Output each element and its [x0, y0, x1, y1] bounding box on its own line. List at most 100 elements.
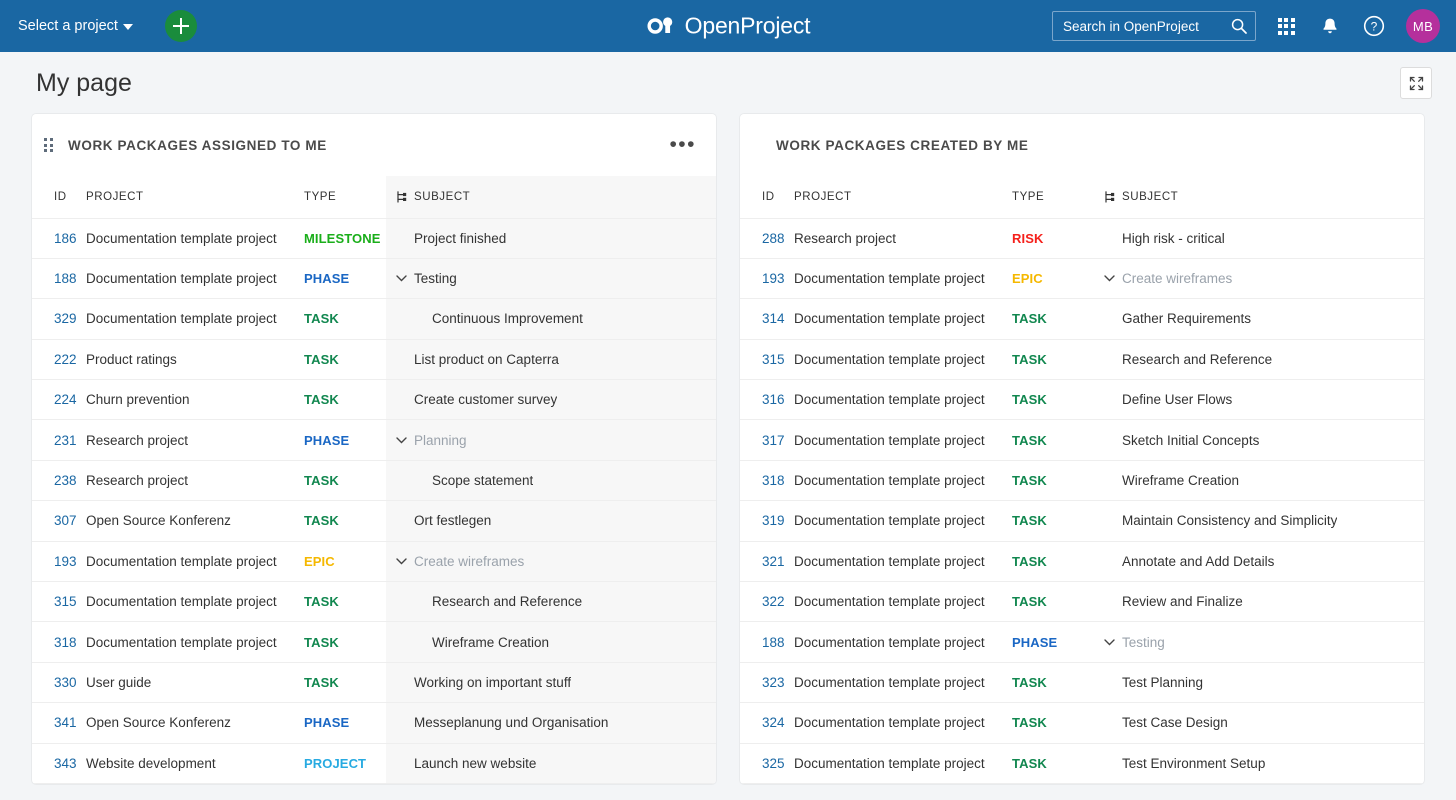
work-package-id-link[interactable]: 324 — [762, 715, 785, 730]
table-row[interactable]: 317 Documentation template project TASK Ske… — [740, 419, 1424, 461]
help-button[interactable]: ? — [1360, 12, 1388, 40]
type-badge[interactable]: TASK — [1012, 756, 1047, 771]
table-row[interactable]: 319 Documentation template project TASK Mai… — [740, 500, 1424, 542]
table-row[interactable]: 318 Documentation template project TASK Wir… — [32, 621, 716, 663]
table-row[interactable]: 231 Research project PHASE Planning — [32, 419, 716, 461]
work-package-id-link[interactable]: 188 — [54, 271, 77, 286]
table-row[interactable]: 307 Open Source Konferenz TASK Ort festlege… — [32, 500, 716, 542]
work-package-id-link[interactable]: 325 — [762, 756, 785, 771]
work-package-id-link[interactable]: 341 — [54, 715, 77, 730]
search-icon[interactable] — [1231, 18, 1247, 34]
search-input[interactable] — [1063, 18, 1231, 34]
column-header-project[interactable]: PROJECT — [86, 176, 304, 219]
type-badge[interactable]: PHASE — [304, 271, 349, 286]
project-select-button[interactable]: Select a project — [16, 14, 135, 38]
openproject-logo-link[interactable]: OpenProject — [646, 13, 811, 40]
work-package-id-link[interactable]: 317 — [762, 433, 785, 448]
table-row[interactable]: 343 Website development PROJECT Launch new … — [32, 743, 716, 784]
work-package-id-link[interactable]: 186 — [54, 231, 77, 246]
table-row[interactable]: 322 Documentation template project TASK Rev… — [740, 581, 1424, 623]
table-row[interactable]: 224 Churn prevention TASK Create customer s… — [32, 379, 716, 421]
widget-menu-button[interactable]: ••• — [667, 134, 698, 155]
type-badge[interactable]: TASK — [1012, 473, 1047, 488]
work-package-id-link[interactable]: 188 — [762, 635, 785, 650]
type-badge[interactable]: TASK — [1012, 513, 1047, 528]
type-badge[interactable]: PHASE — [1012, 635, 1057, 650]
type-badge[interactable]: TASK — [1012, 594, 1047, 609]
type-badge[interactable]: RISK — [1012, 231, 1043, 246]
type-badge[interactable]: TASK — [1012, 392, 1047, 407]
type-badge[interactable]: TASK — [1012, 675, 1047, 690]
table-row[interactable]: 238 Research project TASK Scope statement — [32, 460, 716, 502]
type-badge[interactable]: TASK — [304, 513, 339, 528]
work-package-id-link[interactable]: 319 — [762, 513, 785, 528]
work-package-id-link[interactable]: 321 — [762, 554, 785, 569]
type-badge[interactable]: PHASE — [304, 715, 349, 730]
work-package-id-link[interactable]: 322 — [762, 594, 785, 609]
collapse-chevron-icon[interactable] — [1104, 275, 1122, 282]
table-row[interactable]: 324 Documentation template project TASK Tes… — [740, 702, 1424, 744]
type-badge[interactable]: PROJECT — [304, 756, 366, 771]
table-row[interactable]: 193 Documentation template project EPIC Cre… — [32, 541, 716, 583]
collapse-chevron-icon[interactable] — [396, 436, 414, 444]
work-package-id-link[interactable]: 315 — [54, 594, 77, 609]
table-row[interactable]: 341 Open Source Konferenz PHASE Messeplanun… — [32, 702, 716, 744]
type-badge[interactable]: TASK — [1012, 352, 1047, 367]
notifications-button[interactable] — [1316, 12, 1344, 40]
work-package-id-link[interactable]: 288 — [762, 231, 785, 246]
table-row[interactable]: 188 Documentation template project PHASE Te… — [32, 258, 716, 300]
type-badge[interactable]: TASK — [304, 473, 339, 488]
column-header-id[interactable]: ID — [32, 176, 86, 219]
table-row[interactable]: 315 Documentation template project TASK Res… — [740, 339, 1424, 381]
type-badge[interactable]: TASK — [304, 311, 339, 326]
table-row[interactable]: 193 Documentation template project EPIC Cre… — [740, 258, 1424, 300]
work-package-id-link[interactable]: 329 — [54, 311, 77, 326]
type-badge[interactable]: TASK — [304, 675, 339, 690]
work-package-id-link[interactable]: 224 — [54, 392, 77, 407]
work-package-id-link[interactable]: 314 — [762, 311, 785, 326]
type-badge[interactable]: TASK — [304, 594, 339, 609]
drag-handle-icon[interactable] — [44, 138, 62, 152]
type-badge[interactable]: PHASE — [304, 433, 349, 448]
table-row[interactable]: 318 Documentation template project TASK Wir… — [740, 460, 1424, 502]
table-row[interactable]: 316 Documentation template project TASK Def… — [740, 379, 1424, 421]
column-header-subject[interactable]: SUBJECT — [1094, 176, 1424, 219]
table-row[interactable]: 329 Documentation template project TASK Con… — [32, 298, 716, 340]
type-badge[interactable]: TASK — [1012, 715, 1047, 730]
global-search-box[interactable] — [1052, 11, 1256, 41]
fullscreen-button[interactable] — [1400, 67, 1432, 99]
modules-grid-button[interactable] — [1272, 12, 1300, 40]
user-avatar[interactable]: MB — [1406, 9, 1440, 43]
table-row[interactable]: 288 Research project RISK High risk - criti… — [740, 218, 1424, 259]
collapse-chevron-icon[interactable] — [396, 275, 414, 282]
work-package-id-link[interactable]: 231 — [54, 433, 77, 448]
column-header-id[interactable]: ID — [740, 176, 794, 219]
table-row[interactable]: 315 Documentation template project TASK Res… — [32, 581, 716, 623]
work-package-id-link[interactable]: 323 — [762, 675, 785, 690]
type-badge[interactable]: MILESTONE — [304, 231, 381, 246]
type-badge[interactable]: TASK — [304, 635, 339, 650]
column-header-project[interactable]: PROJECT — [794, 176, 1012, 219]
work-package-id-link[interactable]: 238 — [54, 473, 77, 488]
column-header-type[interactable]: TYPE — [304, 176, 386, 219]
column-header-type[interactable]: TYPE — [1012, 176, 1094, 219]
table-row[interactable]: 325 Documentation template project TASK Tes… — [740, 743, 1424, 784]
type-badge[interactable]: EPIC — [1012, 271, 1043, 286]
work-package-id-link[interactable]: 343 — [54, 756, 77, 771]
work-package-id-link[interactable]: 316 — [762, 392, 785, 407]
table-row[interactable]: 330 User guide TASK Working on important st… — [32, 662, 716, 704]
type-badge[interactable]: EPIC — [304, 554, 335, 569]
type-badge[interactable]: TASK — [304, 352, 339, 367]
collapse-chevron-icon[interactable] — [1104, 638, 1122, 646]
table-row[interactable]: 321 Documentation template project TASK Ann… — [740, 541, 1424, 583]
work-package-id-link[interactable]: 330 — [54, 675, 77, 690]
work-package-id-link[interactable]: 318 — [54, 635, 77, 650]
table-row[interactable]: 314 Documentation template project TASK Gat… — [740, 298, 1424, 340]
add-button[interactable] — [164, 10, 197, 42]
table-row[interactable]: 186 Documentation template project MILESTO… — [32, 218, 716, 259]
work-package-id-link[interactable]: 307 — [54, 513, 77, 528]
work-package-id-link[interactable]: 318 — [762, 473, 785, 488]
type-badge[interactable]: TASK — [1012, 433, 1047, 448]
column-header-subject[interactable]: SUBJECT — [386, 176, 716, 219]
collapse-chevron-icon[interactable] — [396, 558, 414, 565]
